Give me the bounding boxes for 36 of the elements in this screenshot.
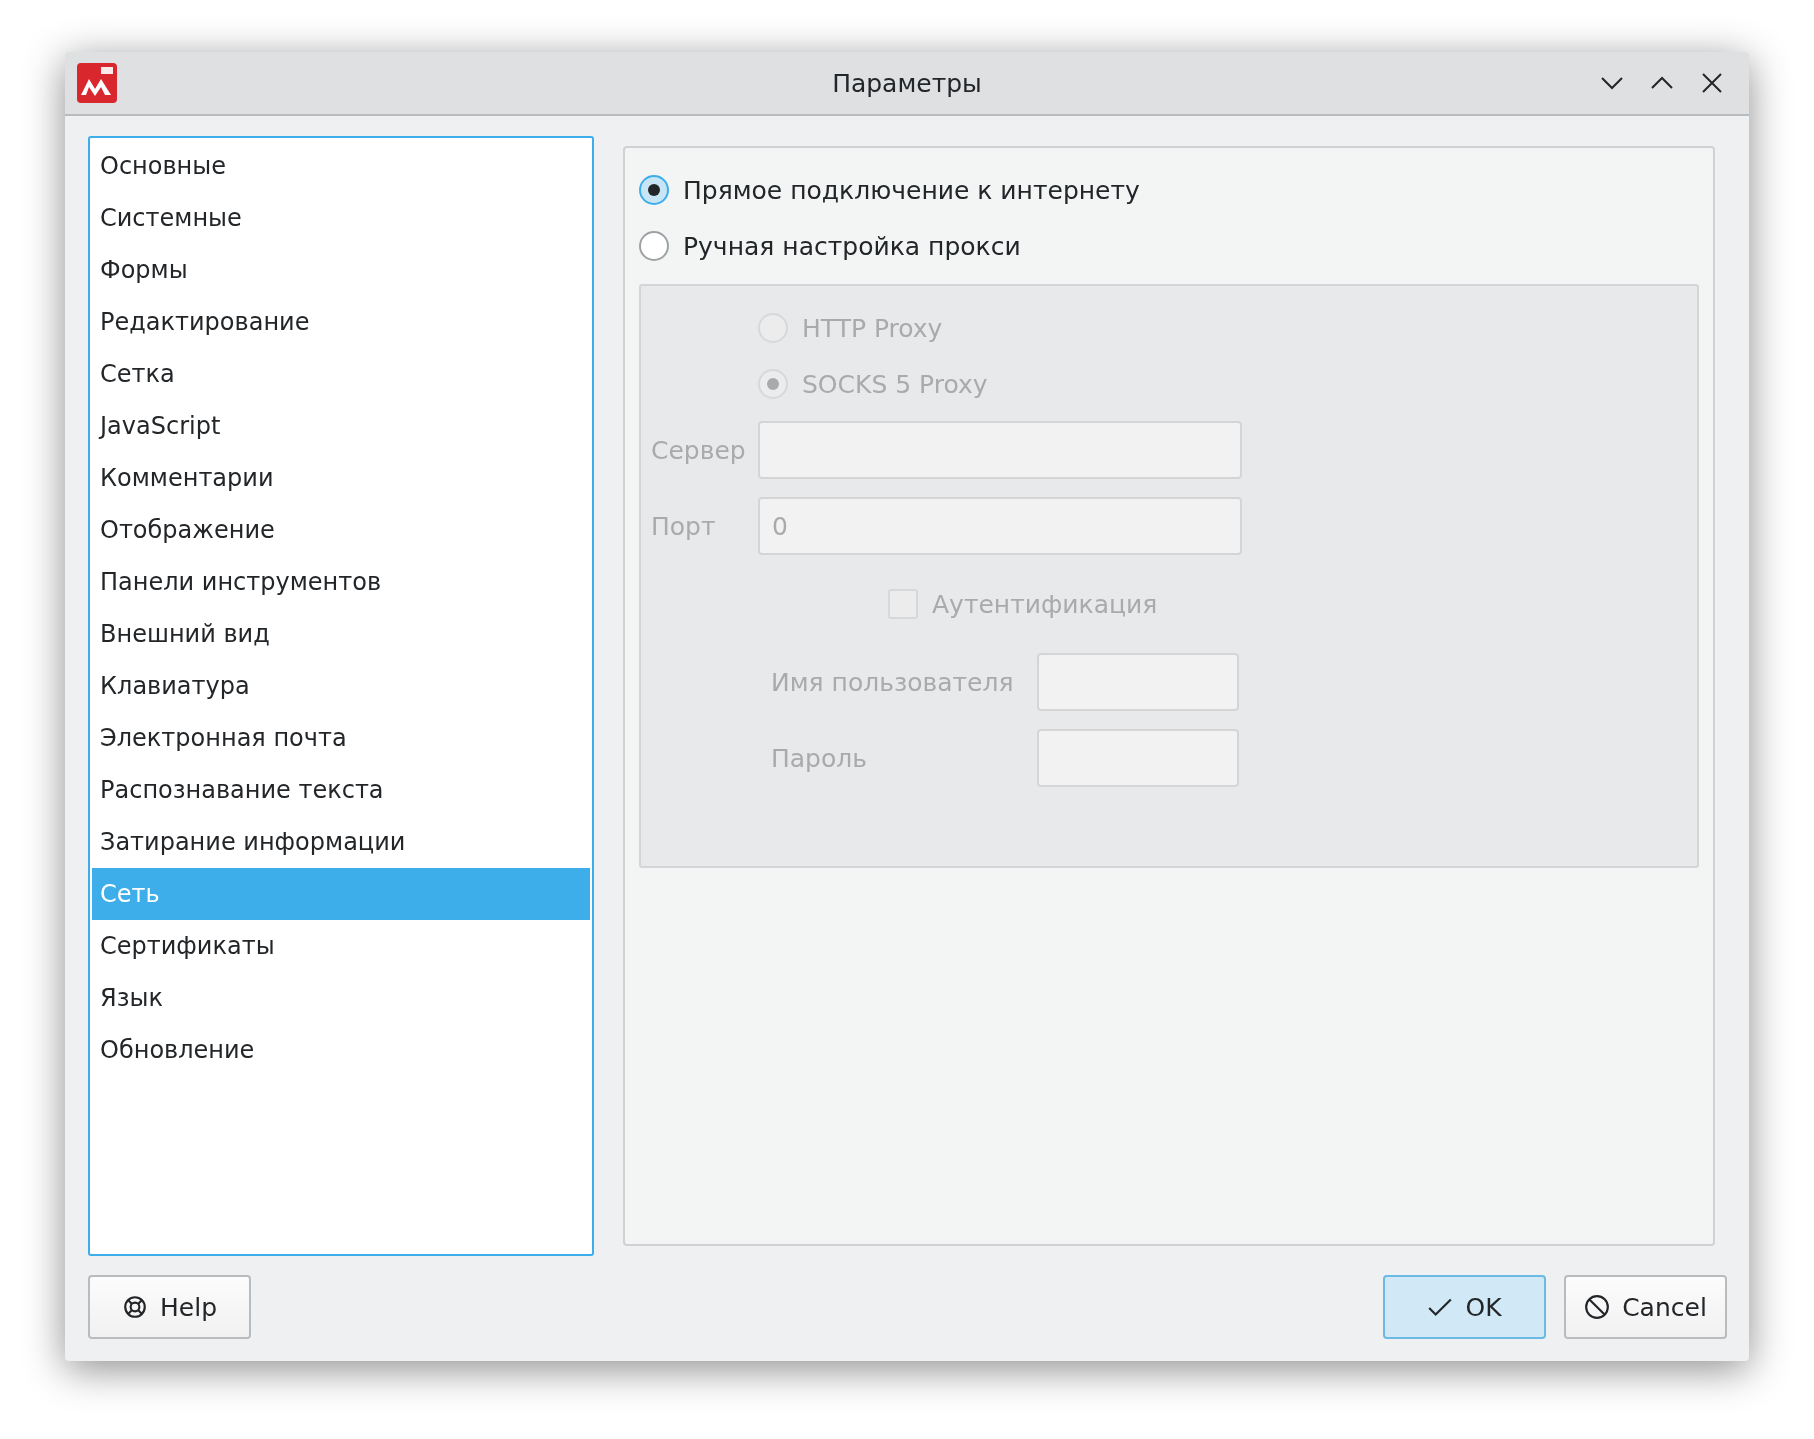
category-item[interactable]: Комментарии [92,452,590,504]
category-item[interactable]: Отображение [92,504,590,556]
radio-option[interactable]: Ручная настройка прокси [639,218,1699,274]
field-label: Имя пользователя [771,667,1015,697]
window-title: Параметры [831,68,983,98]
category-item[interactable]: Формы [92,244,590,296]
field-label: Пароль [771,743,868,773]
category-item[interactable]: Распознавание текста [92,764,590,816]
category-item[interactable]: Клавиатура [92,660,590,712]
close-icon [1702,73,1722,93]
app-logo-icon [77,63,117,103]
category-item[interactable]: Редактирование [92,296,590,348]
help-button[interactable]: Help [88,1275,251,1339]
category-item[interactable]: Внешний вид [92,608,590,660]
field-label: Сервер [651,435,747,465]
radio-option[interactable]: Прямое подключение к интернету [639,162,1699,218]
chevron-up-icon [1650,76,1674,90]
category-item[interactable]: Обновление [92,1024,590,1076]
chevron-down-icon [1600,76,1624,90]
category-item[interactable]: Сетка [92,348,590,400]
category-item[interactable]: Сертификаты [92,920,590,972]
lifebuoy-icon [122,1294,148,1320]
category-item[interactable]: JavaScript [92,400,590,452]
checkmark-icon [1427,1296,1454,1318]
field-label: Порт [651,511,717,541]
category-item[interactable]: Панели инструментов [92,556,590,608]
prohibited-icon [1584,1294,1611,1320]
category-item[interactable]: Электронная почта [92,712,590,764]
radio-icon[interactable] [639,231,669,261]
ok-button[interactable]: OK [1383,1275,1546,1339]
category-item[interactable]: Системные [92,192,590,244]
category-item[interactable]: Язык [92,972,590,1024]
category-item[interactable]: Основные [92,140,590,192]
radio-icon[interactable] [639,175,669,205]
cancel-button[interactable]: Cancel [1564,1275,1727,1339]
category-item[interactable]: Затирание информации [92,816,590,868]
